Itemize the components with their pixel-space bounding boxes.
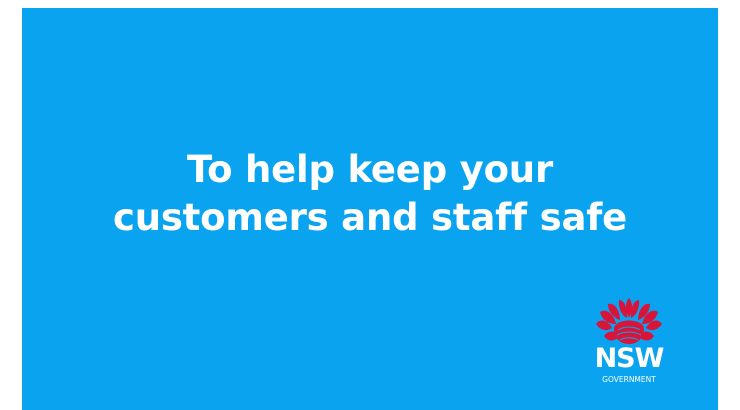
video-frame: To help keep your customers and staff sa…: [22, 8, 718, 410]
headline-line-1: To help keep your: [186, 148, 553, 191]
logo-wordmark: NSW: [594, 343, 665, 374]
headline-line-2: customers and staff safe: [112, 196, 627, 239]
headline: To help keep your customers and staff sa…: [22, 146, 718, 242]
nsw-government-logo: NSW GOVERNMENT: [588, 298, 670, 394]
logo-subtext: GOVERNMENT: [602, 375, 656, 384]
waratah-icon: [596, 298, 662, 344]
